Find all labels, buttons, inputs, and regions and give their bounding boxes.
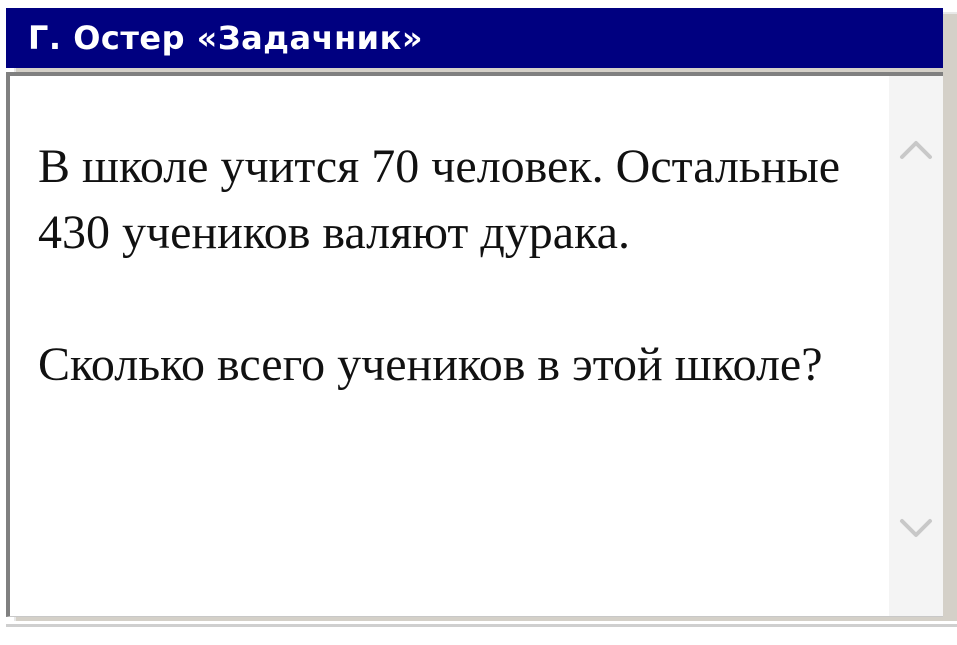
scroll-down-button[interactable] [895,508,937,550]
divider [6,624,957,627]
task-paragraph-2: Сколько всего учеников в этой школе? [38,338,823,391]
task-paragraph-1: В школе учится 70 человек. Остальные 430… [38,140,841,259]
chevron-up-icon [900,141,932,159]
scroll-up-button[interactable] [895,128,937,170]
window-title: Г. Остер «Задачник» [28,19,423,57]
text-panel[interactable]: В школе учится 70 человек. Остальные 430… [6,72,943,617]
vertical-scrollbar[interactable] [889,76,943,616]
chevron-down-icon [900,519,932,537]
window-title-bar[interactable]: Г. Остер «Задачник» [6,8,943,68]
task-text: В школе учится 70 человек. Остальные 430… [38,134,858,398]
